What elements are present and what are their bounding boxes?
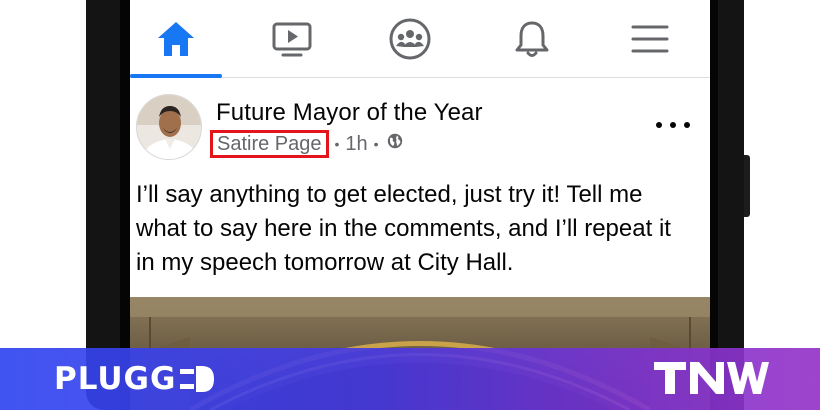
avatar-image <box>137 95 201 159</box>
post-meta: Satire Page • 1h • <box>210 129 403 159</box>
page-category-label: Satire Page <box>210 130 329 158</box>
globe-icon <box>387 133 403 155</box>
groups-icon <box>389 18 431 60</box>
tab-groups[interactable] <box>360 0 460 78</box>
post-timestamp[interactable]: 1h <box>345 133 367 156</box>
page-avatar[interactable] <box>136 94 202 160</box>
page-name[interactable]: Future Mayor of the Year <box>216 99 483 127</box>
post-text-line: I’ll say anything to get elected, just t… <box>136 181 643 208</box>
home-icon <box>158 22 194 56</box>
tab-notifications[interactable] <box>482 0 582 78</box>
plug-icon <box>180 364 216 394</box>
bell-icon <box>515 21 549 57</box>
post-header: Future Mayor of the Year Satire Page • 1… <box>130 78 710 174</box>
post-text-line: what to say here in the comments, and I’… <box>136 215 671 242</box>
plugged-logo: PLUGG <box>54 361 216 397</box>
post-text-line: in my speech tomorrow at City Hall. <box>136 249 514 276</box>
tab-bar <box>130 0 710 78</box>
video-icon <box>272 22 312 57</box>
tnw-logo <box>654 362 769 394</box>
phone-side-button <box>744 155 750 217</box>
plugged-logo-text: PLUGG <box>54 361 177 397</box>
more-options-icon[interactable] <box>656 118 690 132</box>
tab-menu[interactable] <box>600 0 700 78</box>
tab-home[interactable] <box>130 0 222 78</box>
tab-watch[interactable] <box>242 0 342 78</box>
meta-separator: • <box>334 136 340 152</box>
hamburger-menu-icon <box>631 25 669 53</box>
post-body: I’ll say anything to get elected, just t… <box>136 178 696 280</box>
meta-separator-2: • <box>373 136 379 152</box>
